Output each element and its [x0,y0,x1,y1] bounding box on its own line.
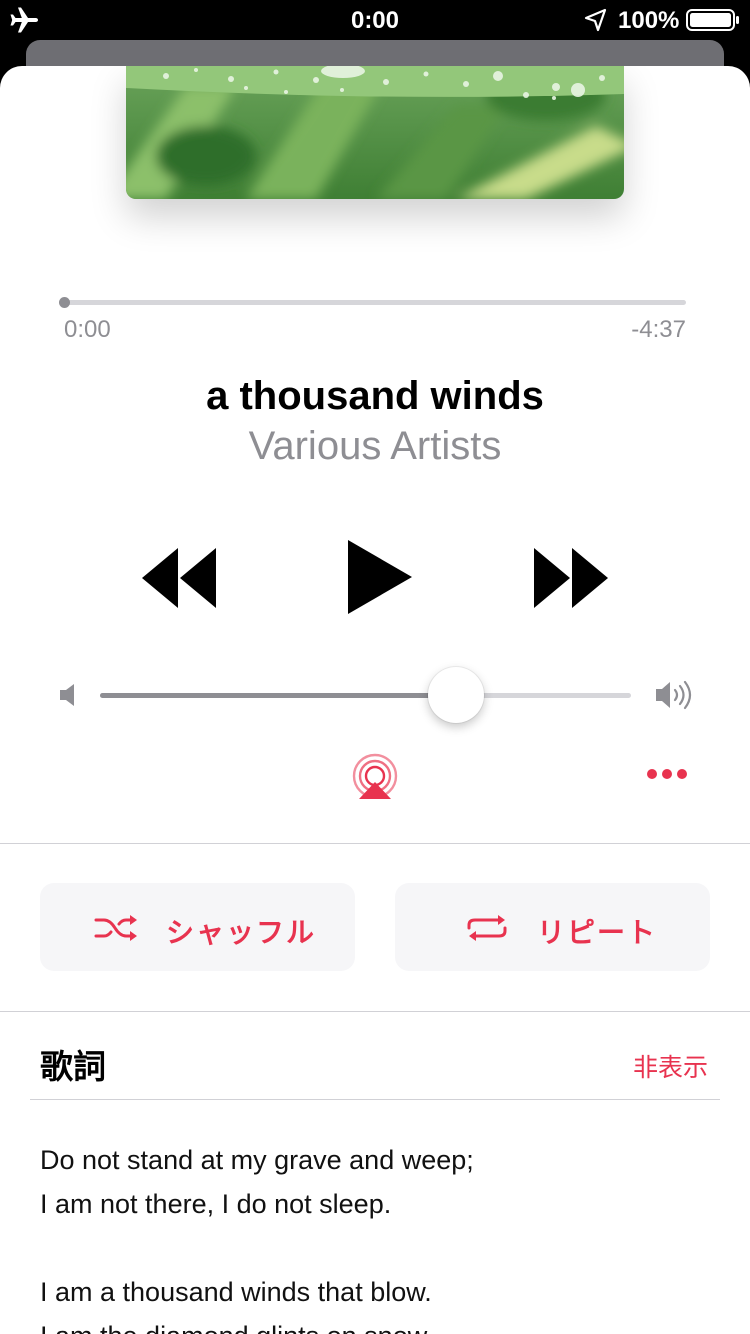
airplay-icon[interactable] [350,752,400,800]
volume-track[interactable] [100,693,631,698]
progress-track[interactable] [64,300,686,305]
volume-min-icon [60,684,74,706]
volume-slider-knob[interactable] [427,667,484,723]
lyrics-line: Do not stand at my grave and weep; [40,1145,474,1175]
battery-percent: 100% [618,7,680,34]
status-bar: 0:00 100% [0,0,750,40]
lyrics-line: I am the diamond glints on snow. [40,1314,474,1334]
lyrics-line [40,1226,474,1270]
volume-max-icon [656,680,692,710]
remaining-time: -4:37 [631,316,686,343]
rewind-icon[interactable] [138,540,220,616]
play-icon[interactable] [340,536,416,618]
song-title: a thousand winds [206,374,544,418]
fast-forward-icon[interactable] [530,540,612,616]
artwork-image [126,66,624,199]
album-artwork[interactable] [126,66,624,199]
elapsed-time: 0:00 [64,316,111,343]
divider-top [0,843,750,844]
shuffle-button[interactable]: シャッフル [40,883,355,971]
repeat-label: リピート [537,917,658,948]
song-artist[interactable]: Various Artists [0,424,750,469]
progress-scrubber[interactable] [59,297,70,308]
more-options-icon[interactable] [644,762,690,786]
lyrics-hide-button[interactable]: 非表示 [633,1048,708,1084]
shuffle-label: シャッフル [166,917,317,948]
now-playing-screen: 0:00 100% 0:00 -4:37 a thousand winds Va… [0,0,750,1334]
lyrics-line: I am a thousand winds that blow. [40,1277,432,1307]
lyrics-line: I am not there, I do not sleep. [40,1189,392,1219]
battery-icon [686,9,739,31]
player-sheet: 0:00 -4:37 a thousand winds Various Arti… [0,66,750,1334]
repeat-icon [467,915,507,941]
lyrics-body: Do not stand at my grave and weep; I am … [40,1138,474,1334]
volume-fill [100,693,456,698]
shuffle-icon [94,915,137,941]
location-arrow-icon [584,8,607,32]
divider-lyrics [30,1099,720,1100]
divider-middle [0,1011,750,1012]
repeat-button[interactable]: リピート [395,883,710,971]
lyrics-header: 歌詞 [40,1048,106,1085]
